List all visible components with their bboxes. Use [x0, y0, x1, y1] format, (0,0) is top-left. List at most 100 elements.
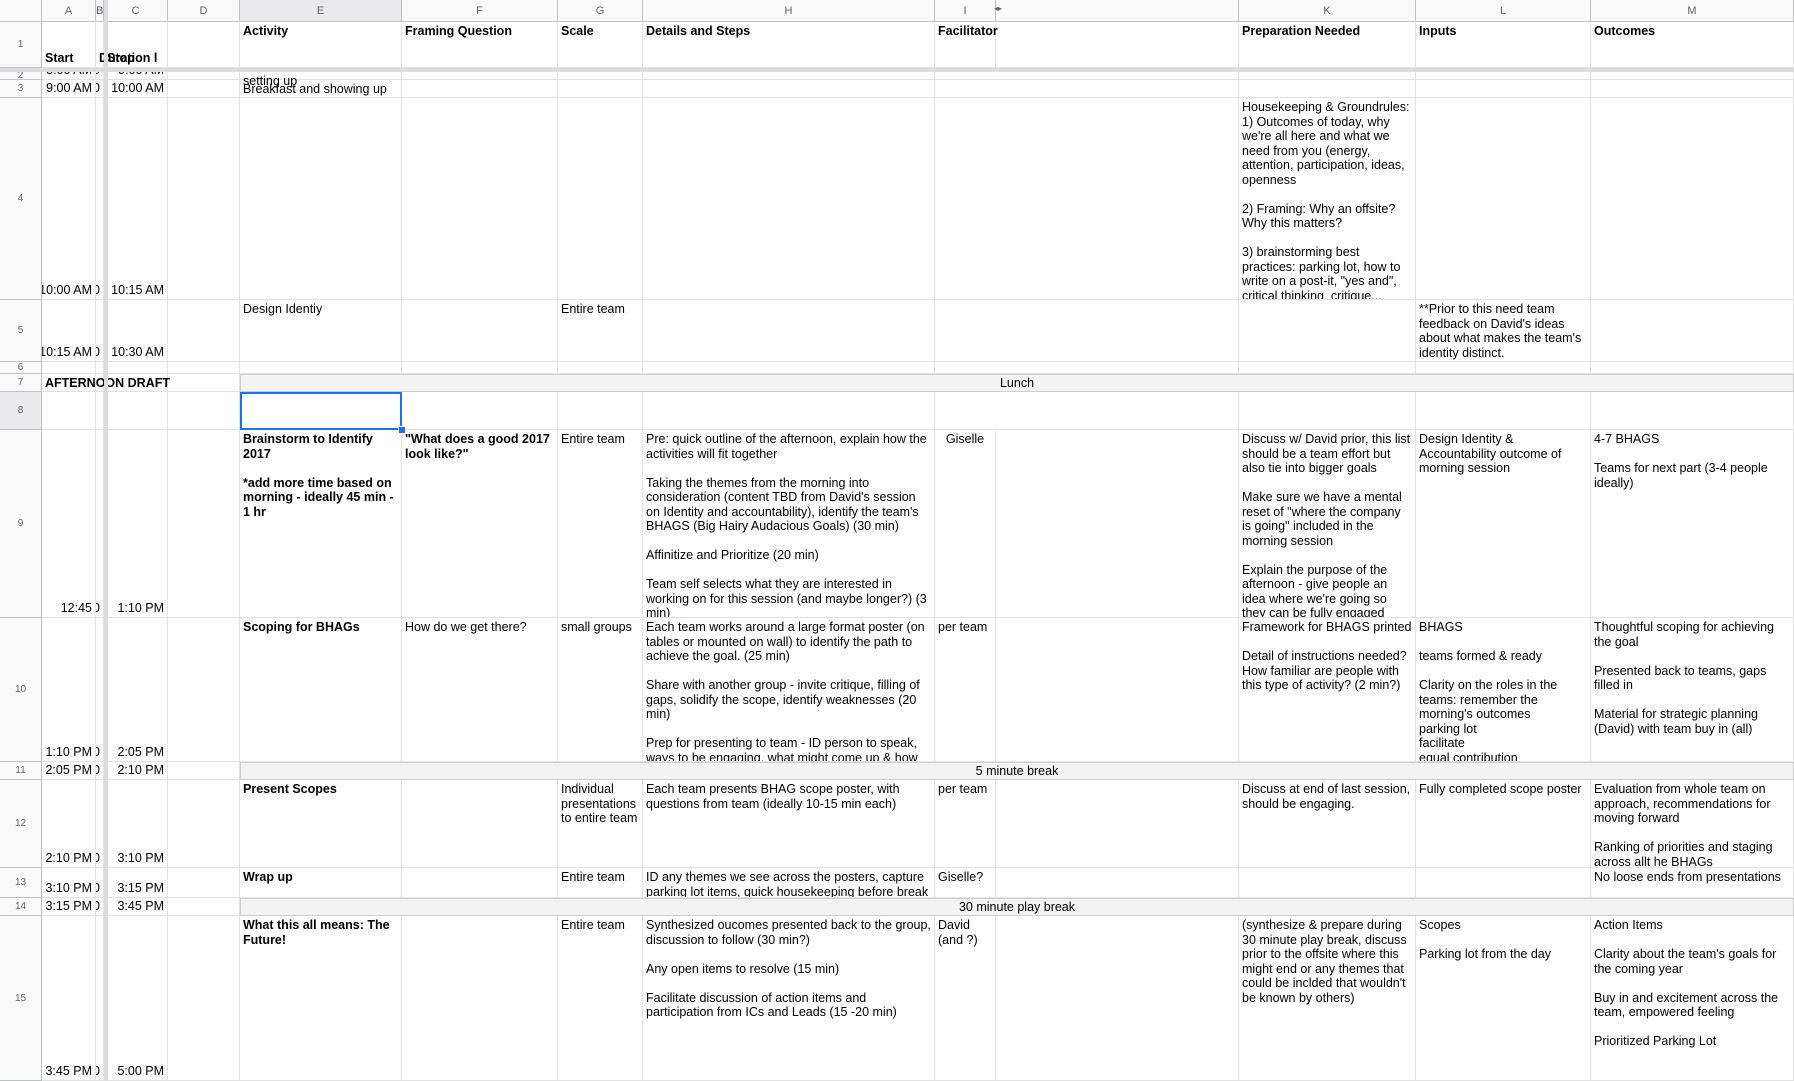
facilitator[interactable]: per team [935, 618, 996, 762]
frozen-column-divider[interactable] [104, 0, 108, 1081]
outcomes[interactable]: No loose ends from presentations [1591, 868, 1794, 898]
duration[interactable]: 0:15:00 [96, 300, 104, 362]
header-duration[interactable]: Duration l [96, 22, 157, 68]
inputs[interactable]: Fully completed scope poster [1416, 780, 1591, 868]
activity[interactable]: Present Scopes [240, 780, 402, 868]
column-header-h[interactable]: H [643, 0, 935, 22]
fill-handle[interactable] [398, 426, 406, 434]
stop-time[interactable]: 5:00 PM [104, 916, 168, 1081]
play-break-cell[interactable]: 30 minute play break [240, 898, 1794, 916]
row-header-3[interactable]: 3 [0, 80, 42, 98]
preparation[interactable]: (synthesize & prepare during 30 minute p… [1239, 916, 1416, 1081]
header-framing-question[interactable]: Framing Question [402, 22, 558, 68]
outcomes[interactable]: Thoughtful scoping for achieving the goa… [1591, 618, 1794, 762]
header-preparation[interactable]: Preparation Needed [1239, 22, 1416, 68]
start-time[interactable]: 12:45 [42, 430, 96, 618]
selected-cell-e8[interactable] [240, 392, 402, 430]
row-header-10[interactable]: 10 [0, 618, 42, 762]
start-time[interactable]: 1:10 PM [42, 618, 96, 762]
spreadsheet-grid[interactable]: ABCDEFGHIKLMN◂▸123456789101112131415Star… [0, 0, 1794, 1081]
details-steps[interactable]: Each team works around a large format po… [643, 618, 935, 762]
start-time[interactable]: 2:05 PM [42, 762, 96, 780]
stop-time[interactable]: 9:00 AM [104, 72, 168, 80]
stop-time[interactable]: 2:10 PM [104, 762, 168, 780]
facilitator[interactable]: Giselle [935, 430, 996, 618]
five-minute-break-cell[interactable]: 5 minute break [240, 762, 1794, 780]
preparation[interactable]: Housekeeping & Groundrules: 1) Outcomes … [1239, 98, 1416, 300]
section-label-afternoon[interactable]: AFTERNOON DRAFT [42, 374, 170, 392]
inputs[interactable]: Design Identity & Accountability outcome… [1416, 430, 1591, 618]
column-header-g[interactable]: G [558, 0, 643, 22]
activity[interactable]: Wrap up [240, 868, 402, 898]
row-header-1[interactable]: 1 [0, 22, 42, 68]
column-header-i[interactable]: I [935, 0, 996, 22]
start-time[interactable]: 2:10 PM [42, 780, 96, 868]
row-header-7[interactable]: 7 [0, 374, 42, 392]
activity[interactable]: What this all means: The Future! [240, 916, 402, 1081]
inputs[interactable]: **Prior to this need team feedback on Da… [1416, 300, 1591, 362]
duration[interactable]: 1:15:00 [96, 916, 104, 1081]
column-header-b[interactable]: B [96, 0, 104, 22]
header-inputs[interactable]: Inputs [1416, 22, 1591, 68]
facilitator[interactable]: Giselle? [935, 868, 996, 898]
start-time[interactable]: 3:45 PM [42, 916, 96, 1081]
scale[interactable]: Entire team [558, 868, 643, 898]
details-steps[interactable]: Pre: quick outline of the afternoon, exp… [643, 430, 935, 618]
row-header-4[interactable]: 4 [0, 98, 42, 300]
row-header-9[interactable]: 9 [0, 430, 42, 618]
outcomes[interactable]: 4-7 BHAGS Teams for next part (3-4 peopl… [1591, 430, 1794, 618]
duration[interactable]: 1:00:00 [96, 780, 104, 868]
column-header-j[interactable] [996, 0, 1239, 22]
duration[interactable]: 0:05:00 [96, 868, 104, 898]
frozen-row-divider[interactable] [0, 68, 1794, 72]
row-header-5[interactable]: 5 [0, 300, 42, 362]
column-header-e[interactable]: E [240, 0, 402, 22]
details-steps[interactable]: Synthesized oucomes presented back to th… [643, 916, 935, 1081]
start-time[interactable]: 3:15 PM [42, 898, 96, 916]
hidden-column-arrows-icon[interactable]: ◂▸ [994, 4, 1002, 13]
start-time[interactable]: 3:10 PM [42, 868, 96, 898]
inputs[interactable]: Scopes Parking lot from the day [1416, 916, 1591, 1081]
stop-time[interactable]: 1:10 PM [104, 430, 168, 618]
header-facilitator[interactable]: Facilitator [935, 22, 998, 68]
lunch-merged-cell[interactable]: Lunch [240, 374, 1794, 392]
header-start[interactable]: Start [42, 22, 96, 68]
row-header-8[interactable]: 8 [0, 392, 42, 430]
outcomes[interactable]: Action Items Clarity about the team's go… [1591, 916, 1794, 1081]
duration[interactable]: 0:30:00 [96, 898, 104, 916]
duration[interactable]: 0:05:00 [96, 762, 104, 780]
stop-time[interactable]: 10:30 AM [104, 300, 168, 362]
start-time[interactable]: 10:00 AM [42, 98, 96, 300]
facilitator[interactable]: David (and ?) [935, 916, 996, 1081]
details-steps[interactable]: ID any themes we see across the posters,… [643, 868, 935, 898]
row-header-12[interactable]: 12 [0, 780, 42, 868]
row-header-2[interactable]: 2 [0, 70, 42, 81]
column-header-c[interactable]: C [104, 0, 168, 22]
header-details-steps[interactable]: Details and Steps [643, 22, 935, 68]
row-header-11[interactable]: 11 [0, 762, 42, 780]
duration[interactable]: 0:55:00 [96, 618, 104, 762]
column-header-k[interactable]: K [1239, 0, 1416, 22]
start-time[interactable]: 8:00 AM [42, 72, 96, 80]
header-outcomes[interactable]: Outcomes [1591, 22, 1794, 68]
scale[interactable]: Entire team [558, 300, 643, 362]
header-scale[interactable]: Scale [558, 22, 643, 68]
row-header-13[interactable]: 13 [0, 868, 42, 898]
column-header-m[interactable]: M [1591, 0, 1794, 22]
activity[interactable]: setting up [240, 72, 402, 88]
row-header-15[interactable]: 15 [0, 916, 42, 1081]
column-header-f[interactable]: F [402, 0, 558, 22]
preparation[interactable]: Discuss w/ David prior, this list should… [1239, 430, 1416, 618]
select-all-corner[interactable] [0, 0, 42, 22]
details-steps[interactable]: Each team presents BHAG scope poster, wi… [643, 780, 935, 868]
stop-time[interactable]: 3:15 PM [104, 868, 168, 898]
column-header-d[interactable]: D [168, 0, 240, 22]
duration[interactable]: 0:15:00 [96, 98, 104, 300]
column-header-l[interactable]: L [1416, 0, 1591, 22]
activity[interactable]: Scoping for BHAGs [240, 618, 402, 762]
scale[interactable]: Individual presentations to entire team [558, 780, 643, 868]
inputs[interactable]: BHAGS teams formed & ready Clarity on th… [1416, 618, 1591, 762]
framing-question[interactable]: How do we get there? [402, 618, 558, 762]
start-time[interactable]: 9:00 AM [42, 80, 96, 98]
preparation[interactable]: Discuss at end of last session, should b… [1239, 780, 1416, 868]
